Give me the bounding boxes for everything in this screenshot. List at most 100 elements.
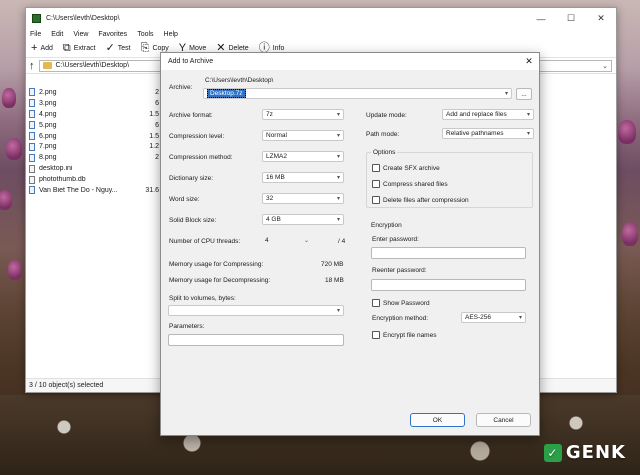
encryption-label: Encryption bbox=[371, 222, 402, 229]
options-label: Options bbox=[371, 149, 398, 156]
file-size: 1.2 bbox=[149, 143, 159, 151]
archive-name: Desktop.7z bbox=[207, 89, 246, 98]
parameters-label: Parameters: bbox=[169, 323, 205, 330]
checkmark-icon: ✓ bbox=[105, 42, 115, 54]
image-file-icon bbox=[29, 99, 35, 108]
checkbox-box bbox=[372, 164, 380, 172]
word-size-label: Word size: bbox=[169, 196, 200, 203]
status-text: 3 / 10 object(s) selected bbox=[29, 382, 104, 389]
reenter-password-input[interactable] bbox=[371, 279, 526, 291]
cancel-button[interactable]: Cancel bbox=[476, 413, 531, 427]
file-size: 1.5 bbox=[149, 132, 159, 140]
chevron-down-icon: ▾ bbox=[504, 91, 508, 97]
add-button[interactable]: + Add bbox=[29, 43, 55, 54]
update-mode-select[interactable]: Add and replace files ▾ bbox=[442, 109, 534, 120]
path-mode-select[interactable]: Relative pathnames ▾ bbox=[442, 128, 534, 139]
up-arrow-icon[interactable]: ↑ bbox=[29, 60, 35, 72]
solid-block-select[interactable]: 4 GB ▾ bbox=[262, 214, 344, 225]
path-mode-value: Relative pathnames bbox=[446, 130, 504, 137]
file-size: 2 bbox=[155, 88, 159, 96]
encrypt-names-label: Encrypt file names bbox=[383, 331, 437, 339]
create-sfx-checkbox[interactable]: Create SFX archive bbox=[372, 164, 440, 172]
delete-after-checkbox[interactable]: Delete files after compression bbox=[372, 196, 469, 204]
ok-button[interactable]: OK bbox=[410, 413, 465, 427]
file-name: 2.png bbox=[39, 88, 57, 96]
settings-file-icon bbox=[29, 164, 35, 173]
close-icon[interactable]: ✕ bbox=[519, 56, 539, 67]
menu-favorites[interactable]: Favorites bbox=[98, 31, 127, 38]
watermark-text: GENK bbox=[565, 442, 626, 463]
solid-block-value: 4 GB bbox=[266, 216, 281, 223]
test-button[interactable]: ✓ Test bbox=[104, 43, 133, 54]
maximize-button[interactable]: ☐ bbox=[556, 8, 586, 29]
dictionary-size-select[interactable]: 16 MB ▾ bbox=[262, 172, 344, 183]
compression-level-label: Compression level: bbox=[169, 133, 225, 140]
compression-level-select[interactable]: Normal ▾ bbox=[262, 130, 344, 141]
menu-file[interactable]: File bbox=[30, 31, 41, 38]
chevron-down-icon: ▾ bbox=[336, 133, 340, 139]
cpu-threads-select[interactable]: 4 ⌄ bbox=[262, 235, 312, 246]
close-window-button[interactable]: ✕ bbox=[586, 8, 616, 29]
test-label: Test bbox=[117, 45, 131, 52]
compress-shared-checkbox[interactable]: Compress shared files bbox=[372, 180, 448, 188]
archive-name-combo[interactable]: Desktop.7z ▾ bbox=[203, 88, 512, 99]
chevron-down-icon: ▾ bbox=[336, 308, 340, 314]
cpu-threads-label: Number of CPU threads: bbox=[169, 238, 241, 245]
window-titlebar: C:\Users\levth\Desktop\ — ☐ ✕ bbox=[26, 8, 616, 29]
file-size: 1.5 bbox=[149, 110, 159, 118]
copy-icon: ⎘ bbox=[140, 42, 150, 54]
image-file-icon bbox=[29, 88, 35, 97]
encrypt-names-checkbox[interactable]: Encrypt file names bbox=[372, 331, 436, 339]
plus-icon: + bbox=[31, 42, 38, 54]
mem-decompress-label: Memory usage for Decompressing: bbox=[169, 277, 271, 284]
file-size: 6 bbox=[155, 99, 159, 107]
compression-method-select[interactable]: LZMA2 ▾ bbox=[262, 151, 344, 162]
reenter-password-label: Reenter password: bbox=[372, 267, 427, 274]
archive-format-label: Archive format: bbox=[169, 112, 213, 119]
show-password-label: Show Password bbox=[383, 299, 430, 307]
encryption-method-select[interactable]: AES-256 ▾ bbox=[461, 312, 526, 323]
minimize-button[interactable]: — bbox=[526, 8, 556, 29]
compression-method-value: LZMA2 bbox=[266, 153, 287, 160]
show-password-checkbox[interactable]: Show Password bbox=[372, 299, 430, 307]
delete-after-label: Delete files after compression bbox=[383, 196, 469, 204]
file-row[interactable]: 3.png 6 bbox=[26, 98, 162, 109]
password-input[interactable] bbox=[371, 247, 526, 259]
file-row[interactable]: 2.png 2 bbox=[26, 87, 162, 98]
file-name: 8.png bbox=[39, 154, 57, 162]
move-label: Move bbox=[189, 45, 207, 52]
file-row[interactable]: desktop.ini bbox=[26, 163, 162, 174]
file-row[interactable]: 8.png 2 bbox=[26, 152, 162, 163]
word-size-select[interactable]: 32 ▾ bbox=[262, 193, 344, 204]
chevron-down-icon[interactable]: ⌄ bbox=[602, 62, 608, 70]
compression-method-label: Compression method: bbox=[169, 154, 233, 161]
menu-help[interactable]: Help bbox=[164, 31, 178, 38]
file-name: 6.png bbox=[39, 132, 57, 140]
file-name: 4.png bbox=[39, 110, 57, 118]
file-row[interactable]: 5.png 6 bbox=[26, 120, 162, 131]
compression-level-value: Normal bbox=[266, 132, 287, 139]
checkmark-logo-icon: ✓ bbox=[543, 443, 562, 462]
image-file-icon bbox=[29, 110, 35, 119]
file-row[interactable]: 4.png 1.5 bbox=[26, 109, 162, 120]
image-file-icon bbox=[29, 132, 35, 140]
menu-bar: File Edit View Favorites Tools Help bbox=[26, 29, 616, 40]
file-name: 5.png bbox=[39, 121, 57, 129]
file-row[interactable]: photothumb.db bbox=[26, 174, 162, 185]
menu-view[interactable]: View bbox=[73, 31, 88, 38]
file-size: 2 bbox=[155, 154, 159, 162]
split-volumes-combo[interactable]: ▾ bbox=[168, 305, 344, 316]
extract-button[interactable]: ⧉ Extract bbox=[61, 43, 98, 54]
menu-edit[interactable]: Edit bbox=[51, 31, 63, 38]
folder-icon bbox=[42, 62, 52, 69]
parameters-input[interactable] bbox=[168, 334, 344, 346]
chevron-down-icon: ▾ bbox=[526, 112, 530, 118]
checkbox-box bbox=[372, 196, 380, 204]
file-row[interactable]: 7.png 1.2 bbox=[26, 141, 162, 152]
file-row[interactable]: Van Biet The Do - Nguy... 31.6 bbox=[26, 185, 162, 196]
cpu-threads-max: / 4 bbox=[338, 238, 346, 245]
archive-format-select[interactable]: 7z ▾ bbox=[262, 109, 344, 120]
file-row[interactable]: 6.png 1.5 bbox=[26, 131, 162, 142]
menu-tools[interactable]: Tools bbox=[137, 31, 153, 38]
browse-button[interactable]: ... bbox=[516, 88, 532, 100]
